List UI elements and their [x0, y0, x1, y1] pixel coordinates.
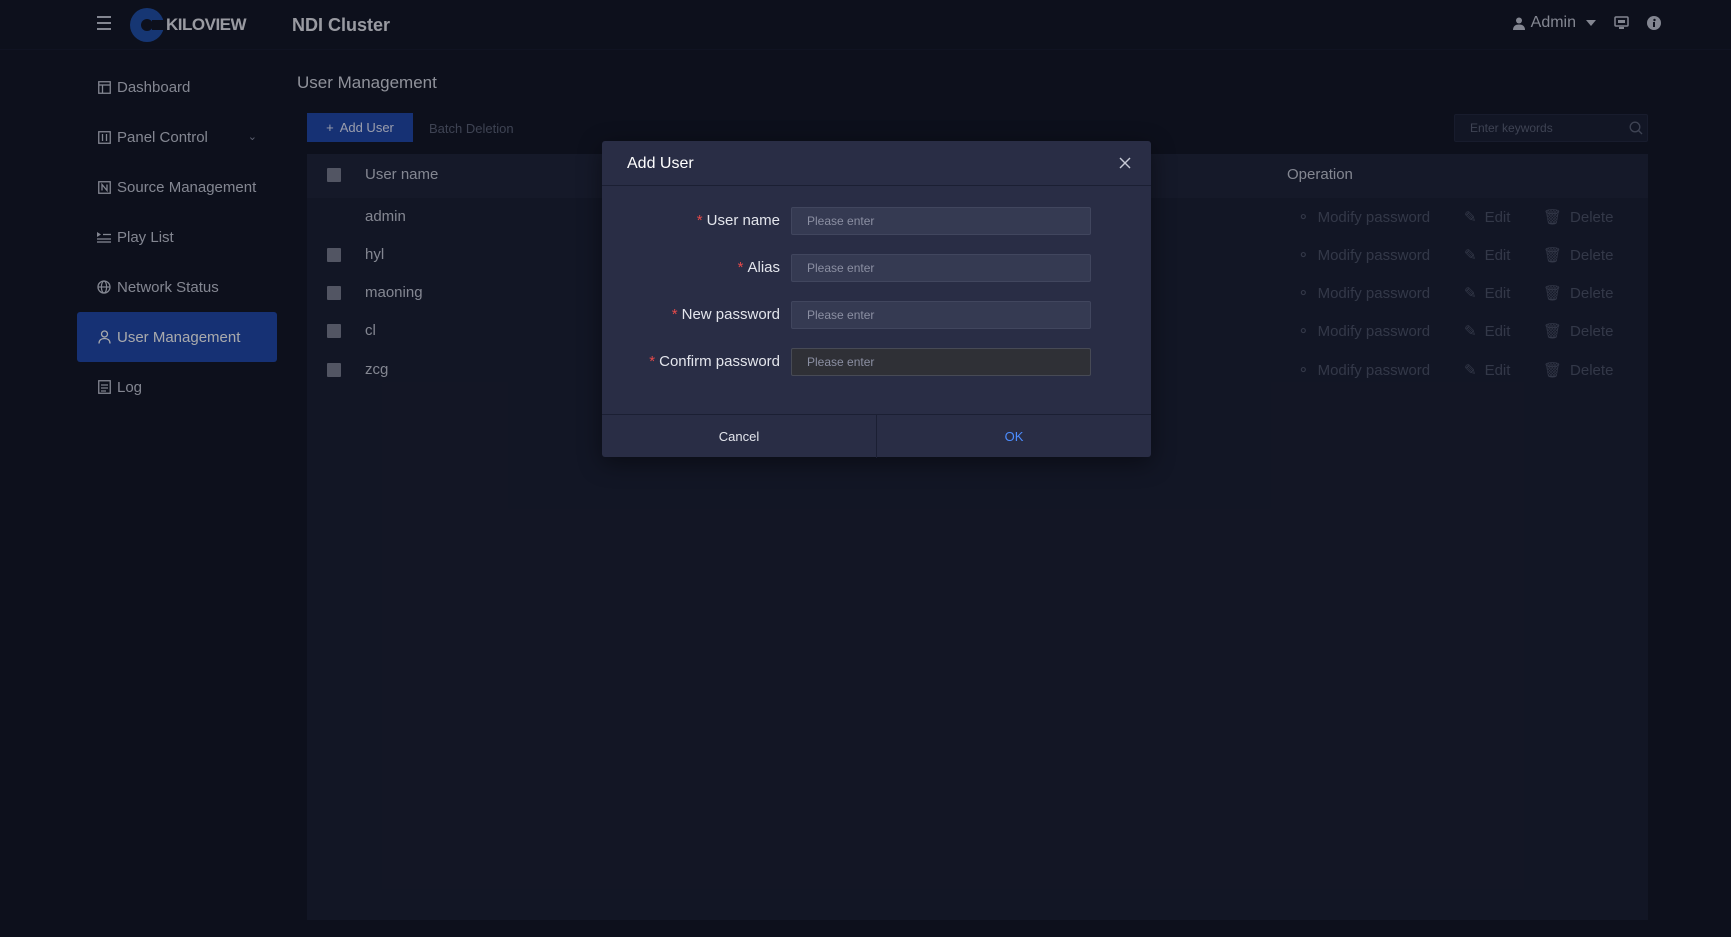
new-password-label: * New password — [672, 306, 780, 323]
user-name-input[interactable] — [791, 207, 1091, 235]
required-mark: * — [737, 259, 744, 276]
field-label: Alias — [747, 259, 780, 276]
dialog-header: Add User — [602, 141, 1151, 186]
field-label: User name — [706, 212, 780, 229]
required-mark: * — [671, 306, 678, 323]
close-icon[interactable] — [1118, 156, 1132, 170]
confirm-password-input[interactable] — [791, 348, 1091, 376]
form-row-confirm-password: * Confirm password — [602, 348, 1151, 376]
cancel-button[interactable]: Cancel — [602, 415, 877, 458]
user-name-label: * User name — [697, 212, 780, 229]
required-mark: * — [696, 212, 703, 229]
alias-input[interactable] — [791, 254, 1091, 282]
ok-button[interactable]: OK — [877, 415, 1151, 458]
dialog-title: Add User — [627, 155, 694, 172]
dialog-footer: Cancel OK — [602, 414, 1151, 458]
form-row-new-password: * New password — [602, 301, 1151, 329]
field-label: New password — [681, 306, 780, 323]
new-password-input[interactable] — [791, 301, 1091, 329]
confirm-password-label: * Confirm password — [649, 353, 780, 370]
form-row-user-name: * User name — [602, 207, 1151, 235]
required-mark: * — [649, 353, 656, 370]
alias-label: * Alias — [738, 259, 780, 276]
add-user-dialog: Add User *User name *Alias *New password… — [602, 141, 1151, 458]
field-label: Confirm password — [659, 353, 780, 370]
form-row-alias: * Alias — [602, 254, 1151, 282]
